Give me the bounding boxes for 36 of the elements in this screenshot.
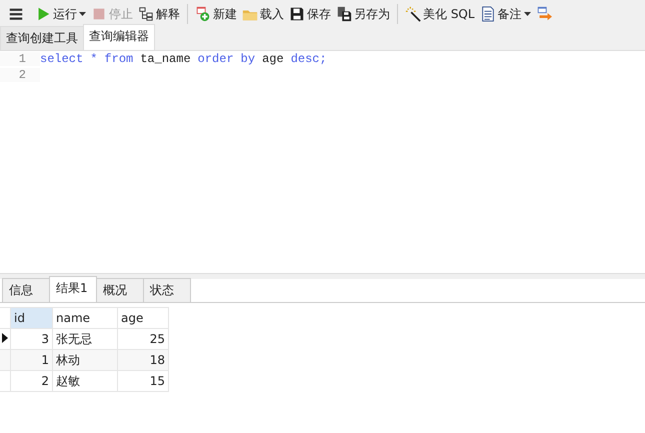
- toolbar-button[interactable]: 备注: [478, 4, 533, 24]
- toolbar-button[interactable]: 运行: [33, 4, 88, 24]
- export-icon: [536, 6, 552, 22]
- table-cell: 15: [118, 370, 168, 392]
- table-cell: 1: [10, 350, 52, 370]
- line-number: 2: [0, 68, 40, 82]
- column-header[interactable]: id: [10, 308, 52, 328]
- diagram-icon: [138, 6, 154, 22]
- toolbar-button[interactable]: 解释: [136, 4, 182, 24]
- result-tab[interactable]: 概况: [96, 278, 144, 302]
- result-tab[interactable]: 信息: [2, 278, 50, 302]
- result-tab[interactable]: 状态: [143, 278, 191, 302]
- toolbar-button[interactable]: 另存为: [334, 4, 392, 24]
- line-number: 1: [0, 52, 40, 66]
- editor-tab[interactable]: 查询编辑器: [83, 24, 155, 50]
- table-cell: 18: [118, 350, 168, 370]
- row-pointer-icon: [2, 333, 8, 343]
- caret-icon: [524, 12, 531, 16]
- column-header[interactable]: name: [52, 308, 118, 328]
- column-header[interactable]: age: [118, 308, 168, 328]
- toolbar-button[interactable]: 保存: [287, 4, 333, 24]
- square-icon: [91, 6, 107, 22]
- editor-tab[interactable]: 查询创建工具: [0, 26, 84, 50]
- code-line: select * from ta_name order by age desc;: [40, 52, 327, 66]
- add-document-icon: [195, 6, 211, 22]
- table-cell: 2: [10, 370, 52, 392]
- floppy-disks-icon: [336, 6, 352, 22]
- table-cell: 赵敏: [52, 370, 118, 392]
- toolbar-button[interactable]: 美化 SQL: [403, 4, 477, 24]
- table-cell: 林动: [52, 350, 118, 370]
- document-icon: [480, 6, 496, 22]
- magic-wand-icon: [405, 6, 421, 22]
- toolbar-button[interactable]: 新建: [193, 4, 239, 24]
- toolbar-button[interactable]: 载入: [240, 4, 286, 24]
- menu-icon: [8, 6, 24, 22]
- caret-icon: [79, 12, 86, 16]
